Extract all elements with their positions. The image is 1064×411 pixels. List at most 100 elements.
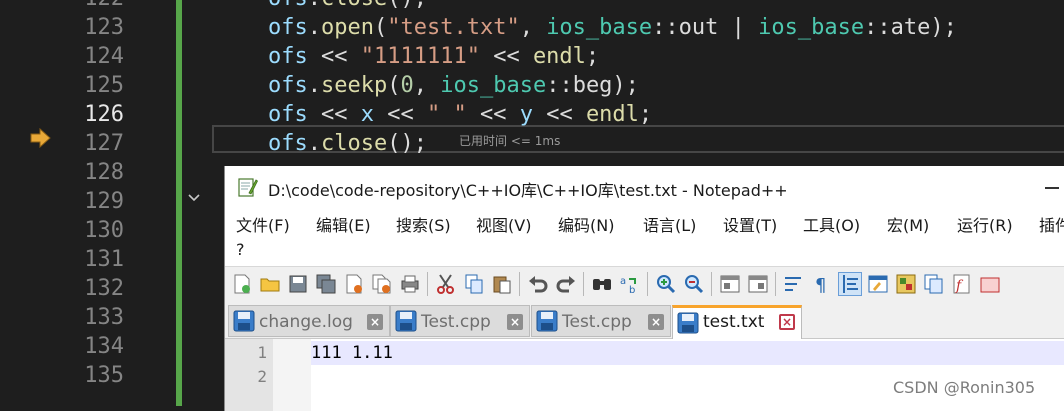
close-file-icon[interactable] — [343, 273, 365, 295]
floppy-disk-icon — [677, 312, 699, 334]
chevron-down-icon[interactable] — [186, 190, 202, 206]
code-token: << — [307, 102, 361, 127]
save-icon[interactable] — [287, 273, 309, 295]
line-number: 131 — [84, 247, 124, 272]
cut-icon[interactable] — [435, 273, 457, 295]
sync-horizontal-icon[interactable] — [747, 273, 769, 295]
menu-item[interactable]: 运行(R) — [957, 212, 1013, 236]
tab-test-cpp[interactable]: Test.cpp × — [531, 305, 671, 337]
menu-item[interactable]: 设置(T) — [723, 212, 777, 236]
floppy-disk-icon — [395, 310, 417, 332]
notepad-text-line[interactable]: 111 1.11 — [311, 341, 393, 365]
code-token: "test.txt" — [387, 15, 520, 40]
indent-guide-icon[interactable] — [838, 272, 862, 296]
code-line: ofs.open("test.txt", ios_base::out | ios… — [268, 13, 957, 42]
copy-icon[interactable] — [463, 273, 485, 295]
save-all-icon[interactable] — [315, 273, 337, 295]
toolbar-separator — [775, 272, 776, 296]
line-number: 123 — [84, 15, 124, 40]
tab-test-txt[interactable]: test.txt × — [672, 305, 802, 339]
floppy-disk-icon — [536, 310, 558, 332]
close-tab-icon[interactable]: × — [507, 314, 523, 330]
replace-icon[interactable]: ab — [619, 273, 641, 295]
new-file-icon[interactable] — [231, 273, 253, 295]
svg-text:¶: ¶ — [815, 275, 826, 295]
code-token: seekp — [321, 73, 388, 98]
menu-item[interactable]: 搜索(S) — [396, 212, 451, 236]
menu-item[interactable]: 语言(L) — [643, 212, 696, 236]
code-token: << — [479, 44, 533, 69]
toolbar-separator — [583, 272, 584, 296]
redo-icon[interactable] — [555, 273, 577, 295]
toolbar: ab ¶ f — [225, 266, 1064, 301]
code-token: ios_base — [440, 73, 547, 98]
code-token: ::beg); — [546, 73, 639, 98]
menu-item[interactable]: 工具(O) — [803, 212, 860, 236]
code-token: close — [321, 0, 387, 11]
code-token: "1111111" — [360, 44, 480, 69]
code-line: ofs << x << " " << y << endl; — [268, 100, 652, 129]
code-token: (); — [387, 131, 427, 156]
line-number: 128 — [84, 160, 124, 185]
print-icon[interactable] — [399, 273, 421, 295]
toolbar-separator — [427, 272, 428, 296]
notepad-fold-margin — [273, 339, 311, 411]
code-token: y — [519, 102, 533, 127]
close-all-icon[interactable] — [371, 273, 393, 295]
tab-label: Test.cpp — [421, 312, 491, 332]
code-token: , — [413, 73, 441, 98]
function-list-icon[interactable]: f — [951, 273, 973, 295]
folder-as-workspace-icon[interactable] — [979, 273, 1001, 295]
zoom-out-icon[interactable] — [683, 273, 705, 295]
menu-bar: ? 文件(F) 编辑(E) 搜索(S) 视图(V) 编码(N) 语言(L) 设置(T) 工具(… — [225, 210, 1064, 266]
code-token: x — [360, 102, 374, 127]
close-tab-icon[interactable]: × — [367, 314, 383, 330]
document-list-icon[interactable] — [923, 273, 945, 295]
close-tab-icon[interactable]: × — [648, 314, 664, 330]
notepad-app-icon — [238, 178, 258, 197]
code-token: . — [307, 131, 321, 156]
menu-item[interactable]: 插件 — [1039, 212, 1064, 236]
user-language-icon[interactable] — [867, 273, 889, 295]
menu-item[interactable]: 文件(F) — [236, 212, 290, 236]
document-map-icon[interactable] — [895, 273, 917, 295]
line-number: 124 — [84, 44, 124, 69]
line-number: 133 — [84, 305, 124, 330]
close-tab-icon[interactable]: × — [779, 314, 795, 330]
minimize-button[interactable] — [1045, 187, 1059, 189]
zoom-in-icon[interactable] — [655, 273, 677, 295]
word-wrap-icon[interactable] — [783, 273, 805, 295]
notepad-line-number: 1 — [257, 343, 267, 362]
code-token: << — [373, 102, 427, 127]
code-token: . — [307, 73, 321, 98]
show-all-characters-icon[interactable]: ¶ — [811, 273, 833, 295]
tab-test-cpp[interactable]: Test.cpp × — [390, 305, 530, 337]
code-token: << — [532, 102, 586, 127]
code-token: ( — [373, 15, 388, 40]
current-line-highlight — [311, 341, 1064, 365]
find-icon[interactable] — [591, 273, 613, 295]
line-number: 134 — [84, 334, 124, 359]
notepad-editor[interactable]: 1 111 1.11 2 — [225, 339, 1064, 411]
code-token: . — [308, 0, 321, 11]
code-line: ofs.seekp(0, ios_base::beg); — [268, 71, 639, 100]
tab-change-log[interactable]: change.log × — [228, 305, 390, 337]
svg-text:b: b — [629, 285, 635, 295]
code-token: ::out | — [652, 15, 759, 40]
code-token: , — [519, 15, 547, 40]
code-token: ios_base — [758, 15, 865, 40]
undo-icon[interactable] — [527, 273, 549, 295]
sync-vertical-icon[interactable] — [719, 273, 741, 295]
menu-item[interactable]: 视图(V) — [476, 212, 531, 236]
menu-item-help[interactable]: ? — [236, 240, 245, 259]
code-token: ofs — [268, 131, 308, 156]
title-bar: D:\code\code-repository\C++IO库\C++IO库\te… — [225, 166, 1064, 210]
open-folder-icon[interactable] — [259, 273, 281, 295]
menu-item[interactable]: 宏(M) — [887, 212, 929, 236]
notepad-plus-plus-window: D:\code\code-repository\C++IO库\C++IO库\te… — [224, 166, 1064, 411]
menu-item[interactable]: 编码(N) — [558, 212, 614, 236]
menu-item[interactable]: 编辑(E) — [316, 212, 371, 236]
line-number: 132 — [84, 276, 124, 301]
paste-icon[interactable] — [491, 273, 513, 295]
watermark: CSDN @Ronin305 — [893, 378, 1036, 397]
